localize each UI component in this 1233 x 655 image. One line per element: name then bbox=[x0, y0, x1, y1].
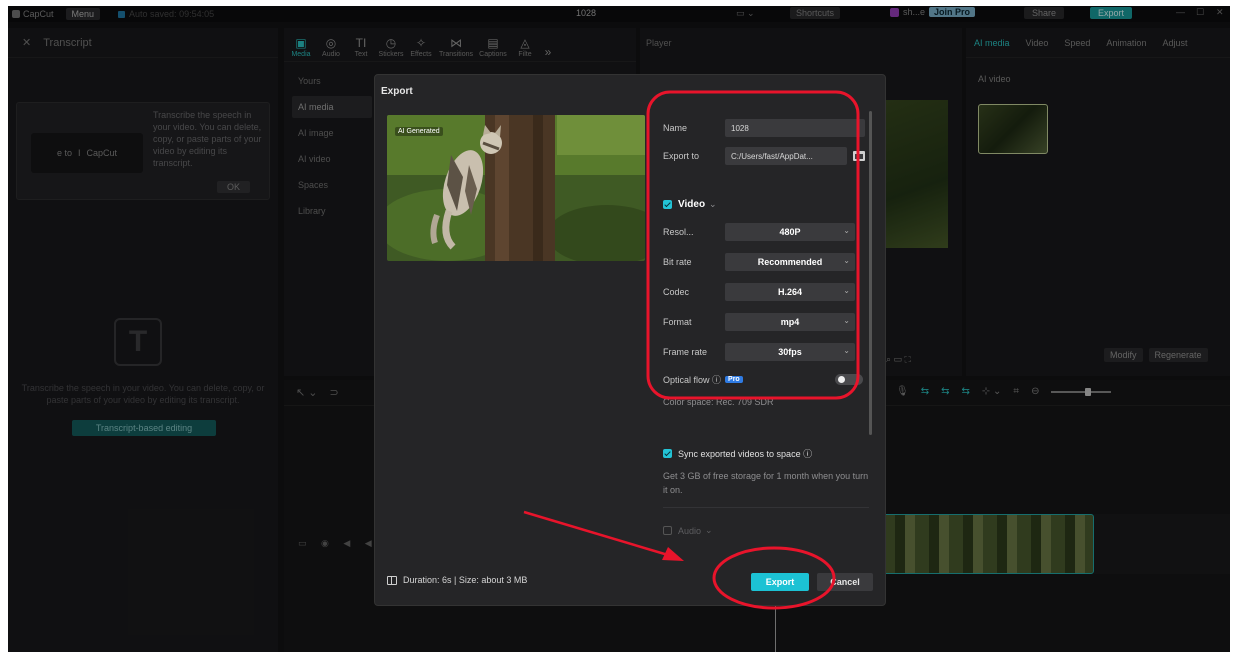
cat-on-tree-image bbox=[387, 115, 645, 261]
export-path-input[interactable]: C:/Users/fast/AppDat... bbox=[725, 147, 847, 165]
export-to-label: Export to bbox=[663, 151, 700, 161]
chevron-down-icon: ⌄ bbox=[843, 316, 850, 325]
chevron-down-icon[interactable]: ⌄ bbox=[709, 199, 717, 210]
pro-badge: Pro bbox=[725, 376, 743, 383]
name-row: Name 1028 bbox=[663, 119, 869, 137]
name-label: Name bbox=[663, 123, 688, 133]
audio-checkbox[interactable] bbox=[663, 526, 672, 535]
folder-icon[interactable] bbox=[853, 151, 865, 161]
chevron-down-icon: ⌄ bbox=[843, 226, 850, 235]
optical-flow-toggle[interactable] bbox=[835, 374, 863, 385]
resolution-row: Resol... 480P ⌄ bbox=[663, 223, 869, 241]
format-select[interactable]: mp4 ⌄ bbox=[725, 313, 855, 331]
bitrate-select[interactable]: Recommended ⌄ bbox=[725, 253, 855, 271]
framerate-row: Frame rate 30fps ⌄ bbox=[663, 343, 869, 361]
format-row: Format mp4 ⌄ bbox=[663, 313, 869, 331]
bitrate-row: Bit rate Recommended ⌄ bbox=[663, 253, 869, 271]
audio-section-title: Audio bbox=[678, 525, 702, 536]
export-button[interactable]: Export bbox=[751, 573, 809, 591]
audio-section-header: Audio ⌄ bbox=[663, 525, 869, 536]
format-label: Format bbox=[663, 317, 692, 327]
resolution-label: Resol... bbox=[663, 227, 694, 237]
chevron-down-icon: ⌄ bbox=[843, 256, 850, 265]
settings-scrollbar[interactable] bbox=[869, 111, 872, 435]
optical-flow-label: Optical flow ⓘ bbox=[663, 375, 722, 385]
video-checkbox[interactable] bbox=[663, 200, 672, 209]
bitrate-label: Bit rate bbox=[663, 257, 692, 267]
format-value: mp4 bbox=[780, 317, 800, 327]
duration-size-text: Duration: 6s | Size: about 3 MB bbox=[403, 575, 528, 585]
codec-label: Codec bbox=[663, 287, 690, 297]
resolution-value: 480P bbox=[779, 227, 801, 237]
chevron-down-icon: ⌄ bbox=[843, 286, 850, 295]
sync-row: Sync exported videos to space ⓘ bbox=[663, 447, 869, 460]
chevron-down-icon[interactable]: ⌄ bbox=[705, 525, 713, 536]
export-dialog: Export AI Generated Name 1028 Export to … bbox=[374, 74, 886, 606]
ai-generated-badge: AI Generated bbox=[395, 127, 443, 136]
bitrate-value: Recommended bbox=[757, 257, 823, 267]
optical-flow-row: Optical flow ⓘ Pro bbox=[663, 373, 869, 386]
framerate-label: Frame rate bbox=[663, 347, 708, 357]
framerate-value: 30fps bbox=[778, 347, 802, 357]
section-divider bbox=[663, 507, 869, 508]
export-preview: AI Generated bbox=[387, 115, 645, 261]
export-summary: Duration: 6s | Size: about 3 MB bbox=[387, 575, 527, 585]
resolution-select[interactable]: 480P ⌄ bbox=[725, 223, 855, 241]
chevron-down-icon: ⌄ bbox=[843, 346, 850, 355]
app-window: CapCut Menu Auto saved: 09:54:05 1028 ▭ … bbox=[8, 6, 1230, 652]
export-to-row: Export to C:/Users/fast/AppDat... bbox=[663, 147, 869, 165]
video-section-title: Video bbox=[678, 199, 706, 210]
cancel-button[interactable]: Cancel bbox=[817, 573, 873, 591]
sync-label: Sync exported videos to space ⓘ bbox=[678, 449, 813, 459]
sync-checkbox[interactable] bbox=[663, 449, 672, 458]
dialog-title: Export bbox=[381, 86, 413, 97]
codec-select[interactable]: H.264 ⌄ bbox=[725, 283, 855, 301]
film-icon bbox=[387, 575, 397, 585]
codec-value: H.264 bbox=[777, 287, 803, 297]
color-space-text: Color space: Rec. 709 SDR bbox=[663, 397, 774, 407]
codec-row: Codec H.264 ⌄ bbox=[663, 283, 869, 301]
name-input[interactable]: 1028 bbox=[725, 119, 865, 137]
framerate-select[interactable]: 30fps ⌄ bbox=[725, 343, 855, 361]
sync-description: Get 3 GB of free storage for 1 month whe… bbox=[663, 471, 869, 495]
video-section-header: Video ⌄ bbox=[663, 199, 869, 210]
